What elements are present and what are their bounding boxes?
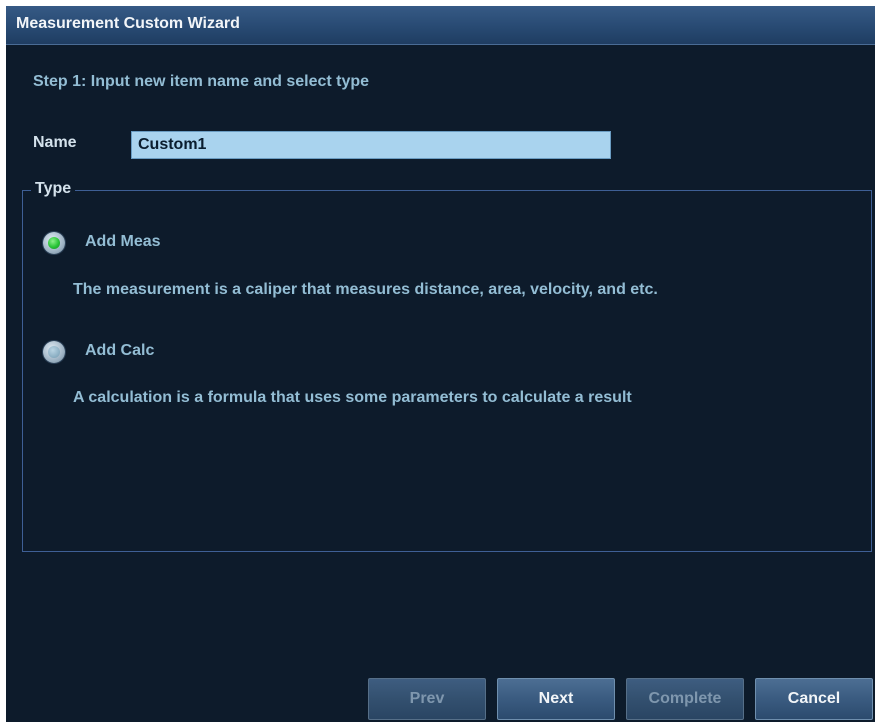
step-instruction: Step 1: Input new item name and select t… bbox=[33, 73, 370, 90]
title-bar[interactable]: Measurement Custom Wizard bbox=[6, 6, 875, 45]
cancel-button[interactable]: Cancel bbox=[755, 678, 873, 720]
prev-button[interactable]: Prev bbox=[368, 678, 486, 720]
measurement-custom-wizard-dialog: Measurement Custom Wizard Step 1: Input … bbox=[6, 6, 875, 722]
window-title: Measurement Custom Wizard bbox=[16, 15, 240, 32]
add-calc-description: A calculation is a formula that uses som… bbox=[73, 389, 632, 406]
type-group-legend: Type bbox=[31, 180, 76, 198]
add-meas-description: The measurement is a caliper that measur… bbox=[73, 281, 658, 298]
name-input[interactable] bbox=[131, 131, 611, 159]
name-label: Name bbox=[33, 134, 77, 151]
add-calc-radio[interactable] bbox=[43, 341, 65, 363]
radio-unselected-indicator bbox=[48, 346, 60, 358]
type-group: Type Add Meas The measurement is a calip… bbox=[22, 180, 872, 552]
add-meas-radio[interactable] bbox=[43, 232, 65, 254]
complete-button[interactable]: Complete bbox=[626, 678, 744, 720]
radio-selected-indicator bbox=[48, 237, 60, 249]
next-button[interactable]: Next bbox=[497, 678, 615, 720]
add-meas-label: Add Meas bbox=[85, 233, 161, 250]
add-calc-label: Add Calc bbox=[85, 342, 155, 359]
